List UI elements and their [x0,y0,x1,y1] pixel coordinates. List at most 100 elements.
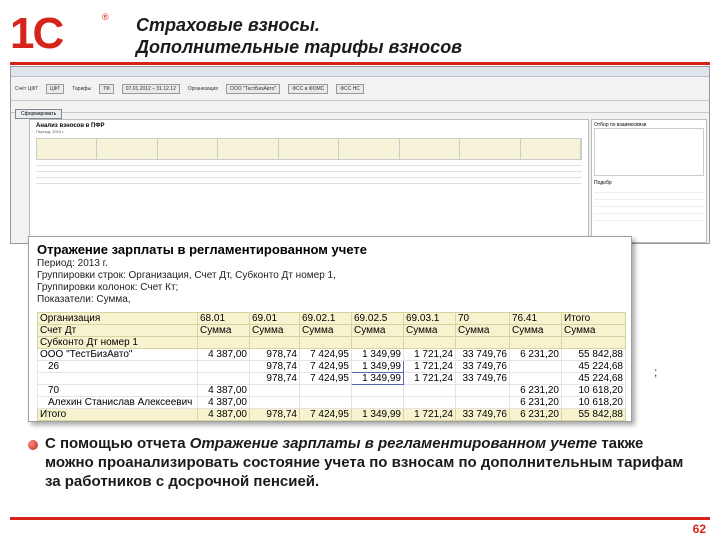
table-cell[interactable]: 978,74 [249,360,300,373]
table-cell[interactable] [197,336,250,349]
table-cell[interactable]: 6 231,20 [509,348,562,361]
table-cell[interactable]: Сумма [403,324,456,337]
param-item[interactable]: ТФ [99,83,114,94]
table-cell[interactable]: 7 424,95 [299,372,352,385]
table-cell[interactable]: Организация [37,312,198,325]
table-cell[interactable]: Субконто Дт номер 1 [37,336,198,349]
table-cell[interactable]: 978,74 [249,372,300,385]
table-cell[interactable] [197,372,250,385]
table-cell[interactable]: ООО "ТестБизАвто" [37,348,198,361]
table-cell[interactable] [197,360,250,373]
table-cell[interactable]: Сумма [455,324,510,337]
table-cell[interactable]: 1 349,99 [351,408,404,421]
table-cell[interactable] [509,372,562,385]
table-cell[interactable]: 1 721,24 [403,408,456,421]
table-cell[interactable] [351,384,404,397]
param-item[interactable]: ЦФТ [45,83,65,94]
table-cell[interactable]: 6 231,20 [509,396,562,409]
table-cell[interactable] [455,396,510,409]
salary-report-panel: Отражение зарплаты в регламентированном … [28,236,632,422]
table-cell[interactable]: 70 [455,312,510,325]
side-panel-item[interactable] [594,207,704,214]
table-cell[interactable] [249,336,300,349]
side-panel-item[interactable] [594,200,704,207]
table-cell[interactable]: 33 749,76 [455,360,510,373]
table-cell[interactable]: 68.01 [197,312,250,325]
table-cell[interactable] [249,384,300,397]
table-cell[interactable] [509,336,562,349]
table-row: 70 4 387,00 6 231,20 10 618,20 [37,384,626,397]
table-cell[interactable] [37,372,198,385]
param-item[interactable]: 07.01.2012 – 31.12.12 [121,83,180,94]
table-cell[interactable]: Сумма [299,324,352,337]
table-cell[interactable]: 6 231,20 [509,384,562,397]
table-cell[interactable] [403,384,456,397]
param-item[interactable]: ФСС и ФОМС [288,83,329,94]
table-cell[interactable]: 69.03.1 [403,312,456,325]
table-cell[interactable]: Сумма [249,324,300,337]
table-cell[interactable]: 10 618,20 [561,396,626,409]
table-cell[interactable]: 1 349,99 [351,348,404,361]
table-cell[interactable]: 1 721,24 [403,348,456,361]
table-cell[interactable]: 55 842,88 [561,348,626,361]
param-item[interactable]: ООО "ТестБизАвто" [226,83,281,94]
table-cell[interactable]: 26 [37,360,198,373]
table-cell[interactable]: 45 224,68 [561,372,626,385]
table-cell[interactable]: Сумма [509,324,562,337]
table-cell[interactable]: 33 749,76 [455,372,510,385]
table-cell[interactable]: Алехин Станислав Алексеевич [37,396,198,409]
table-cell[interactable]: Итого [37,408,198,421]
table-cell[interactable]: 4 387,00 [197,348,250,361]
table-cell[interactable]: 69.02.1 [299,312,352,325]
table-cell[interactable] [299,396,352,409]
param-item[interactable]: ФСС НС [336,83,364,94]
stray-semicolon: ; [654,365,658,379]
table-cell[interactable]: 4 387,00 [197,396,250,409]
table-cell[interactable] [561,336,626,349]
table-cell[interactable]: 7 424,95 [299,348,352,361]
table-cell[interactable]: Счет Дт [37,324,198,337]
table-cell[interactable]: 1 721,24 [403,372,456,385]
table-cell[interactable]: 10 618,20 [561,384,626,397]
table-cell[interactable]: 69.02.5 [351,312,404,325]
side-panel-item[interactable] [594,186,704,193]
table-cell[interactable]: 6 231,20 [509,408,562,421]
table-cell[interactable]: 33 749,76 [455,408,510,421]
table-cell[interactable]: Итого [561,312,626,325]
table-cell[interactable] [249,396,300,409]
table-cell[interactable]: Сумма [351,324,404,337]
report-table: Организация 68.01 69.01 69.02.1 69.02.5 69.03… [37,312,626,421]
table-cell[interactable]: Сумма [561,324,626,337]
table-cell[interactable]: 978,74 [249,348,300,361]
table-cell[interactable] [351,336,404,349]
table-cell[interactable]: 1 721,24 [403,360,456,373]
table-cell[interactable]: 4 387,00 [197,384,250,397]
table-cell[interactable] [299,336,352,349]
table-cell[interactable] [455,336,510,349]
side-panel-item[interactable] [594,214,704,221]
table-cell[interactable] [403,336,456,349]
table-cell[interactable]: 7 424,95 [299,408,352,421]
table-cell[interactable]: 1 349,99 [351,360,404,373]
table-cell[interactable]: 33 749,76 [455,348,510,361]
table-cell[interactable]: 55 842,88 [561,408,626,421]
table-cell[interactable]: 45 224,68 [561,360,626,373]
table-cell[interactable] [351,396,404,409]
table-cell[interactable]: 70 [37,384,198,397]
table-cell[interactable]: 7 424,95 [299,360,352,373]
table-cell[interactable] [403,396,456,409]
table-cell[interactable]: 4 387,00 [197,408,250,421]
side-panel-item[interactable] [594,193,704,200]
table-cell[interactable]: 69.01 [249,312,300,325]
table-cell[interactable]: 76.41 [509,312,562,325]
table-cell[interactable] [509,360,562,373]
side-panel-box[interactable] [594,128,704,176]
table-cell[interactable]: 1 349,99 [351,372,404,385]
param-item[interactable]: Счёт ЦФТ [15,86,38,92]
table-cell[interactable]: Сумма [197,324,250,337]
table-cell[interactable] [455,384,510,397]
table-cell[interactable] [299,384,352,397]
table-cell[interactable]: 978,74 [249,408,300,421]
generate-button[interactable]: Сформировать [15,109,63,119]
param-item[interactable]: Тарифы [72,86,91,92]
